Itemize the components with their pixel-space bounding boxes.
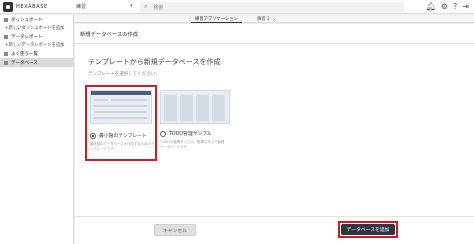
template-preview-image [160, 90, 230, 124]
search-input[interactable]: 検索 [153, 4, 163, 11]
template-description: 最低限のデータベースを作成するためのテンプレートです [90, 142, 155, 151]
app-screen: HEXABASE 練習 ▾ ⌕ 検索 🔔︎ ⚙ ? ⇥ ダッシュボード +新しい… [0, 0, 474, 244]
search-bar[interactable]: ⌕ 検索 [140, 2, 404, 12]
sidebar-item-favorites[interactable]: よく使う一覧 [0, 49, 73, 58]
star-icon [4, 51, 8, 56]
tab-label: 練習アプリケーション [195, 16, 238, 22]
tab-practice-app[interactable]: 練習アプリケーション [191, 15, 242, 23]
sidebar-item-label: ダッシュボード [11, 17, 43, 23]
template-name: TODO管理サンプル [169, 132, 212, 137]
divider [75, 43, 474, 44]
tab-label: 練習 2 [257, 17, 270, 22]
template-card-todo[interactable]: TODO管理サンプル TODOの管理サンプル。簡単なタスク管理データベースです [160, 85, 232, 161]
add-database-button[interactable]: データベースを追加 [341, 224, 395, 235]
divider [75, 216, 474, 217]
database-icon [4, 60, 8, 65]
sidebar-item-label: よく使う一覧 [11, 51, 38, 57]
logo-text: HEXABASE [16, 4, 48, 10]
create-database-dialog: 新規データベースの作成 テンプレートから新規データベースを作成 テンプレートを選… [75, 24, 474, 244]
add-data-report-link[interactable]: +新しいデータレポートを追加 [0, 41, 73, 49]
app-logo[interactable]: HEXABASE [3, 2, 48, 12]
template-radio-minimal[interactable]: 最小限のテンプレート [90, 132, 147, 139]
app-tabs: 練習アプリケーション 練習 2 × [75, 15, 474, 23]
report-icon [4, 34, 8, 39]
chevron-down-icon[interactable]: ▾ [130, 3, 133, 9]
sidebar-item-database[interactable]: データベース [0, 58, 73, 67]
help-icon[interactable]: ? [453, 2, 457, 12]
add-database-highlight: データベースを追加 [338, 221, 398, 238]
template-radio-todo[interactable]: TODO管理サンプル [160, 130, 212, 137]
gear-icon[interactable]: ⚙ [441, 2, 448, 12]
workspace-select[interactable]: 練習 [76, 3, 136, 11]
hexabase-logo-icon [3, 2, 13, 12]
top-bar: HEXABASE 練習 ▾ ⌕ 検索 🔔︎ ⚙ ? ⇥ [0, 0, 474, 14]
dashboard-icon [4, 17, 8, 22]
radio-button-checked[interactable] [90, 132, 96, 139]
search-icon: ⌕ [144, 3, 148, 10]
dialog-title: 新規データベースの作成 [80, 32, 139, 38]
sidebar: ダッシュボード +新しいダッシュボードを追加 データレポート +新しいデータレポ… [0, 15, 74, 244]
bell-icon[interactable]: 🔔︎ [426, 2, 436, 12]
sidebar-item-label: データレポート [11, 34, 43, 40]
sidebar-item-label: データベース [11, 60, 38, 66]
dialog-subtitle: テンプレートから新規データベースを作成 [88, 58, 221, 66]
top-icon-group: 🔔︎ ⚙ ? ⇥ [426, 2, 469, 12]
add-dashboard-link[interactable]: +新しいダッシュボードを追加 [0, 24, 73, 32]
cancel-button[interactable]: キャンセル [154, 224, 196, 236]
template-description: TODOの管理サンプル。簡単なタスク管理データベースです [160, 140, 225, 149]
close-icon[interactable]: × [273, 17, 276, 22]
radio-button[interactable] [160, 130, 166, 137]
template-preview-image [90, 90, 152, 124]
tab-practice-2[interactable]: 練習 2 × [253, 15, 280, 23]
sidebar-item-dashboard[interactable]: ダッシュボード [0, 15, 73, 24]
template-card-minimal[interactable]: 最小限のテンプレート 最低限のデータベースを作成するためのテンプレートです [85, 85, 157, 161]
template-name: 最小限のテンプレート [99, 134, 147, 139]
sidebar-item-data-report[interactable]: データレポート [0, 32, 73, 41]
logout-icon[interactable]: ⇥ [462, 2, 469, 12]
template-hint: テンプレートを選択してください。 [88, 72, 160, 77]
